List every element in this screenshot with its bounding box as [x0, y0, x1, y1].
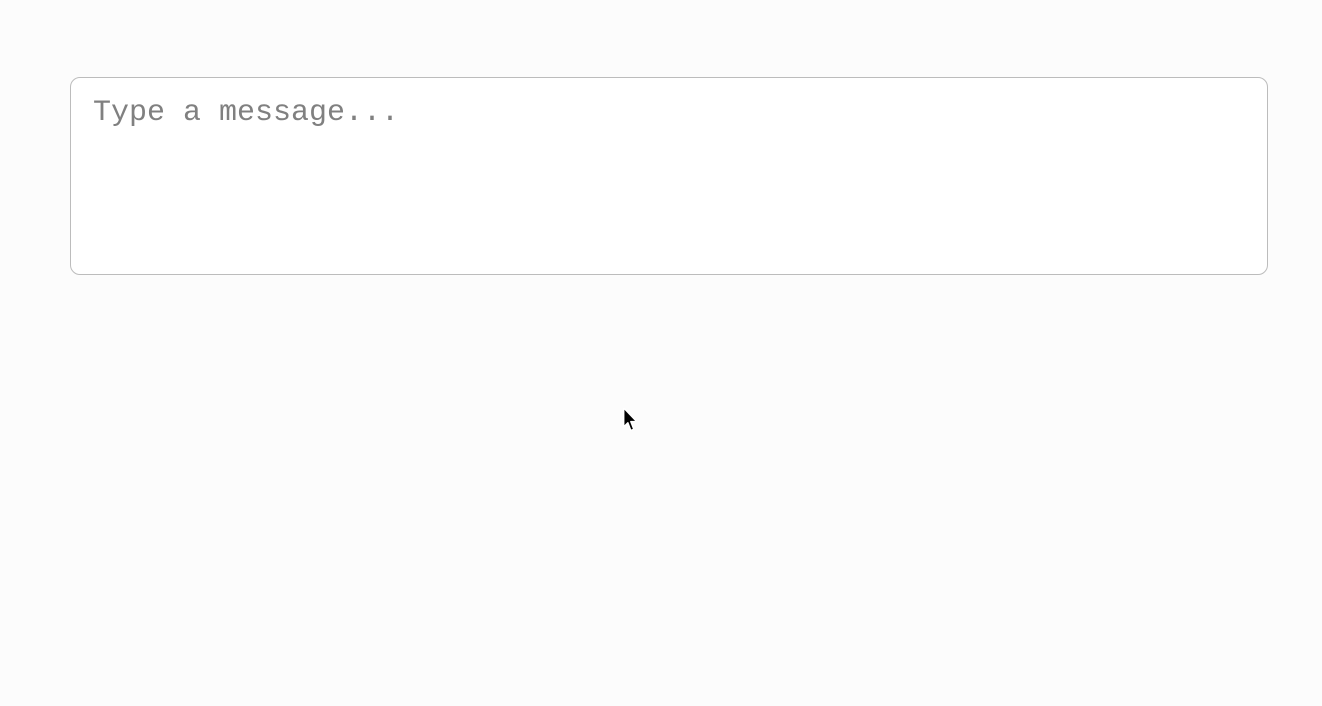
cursor-icon: [623, 408, 641, 434]
message-input[interactable]: [70, 77, 1268, 275]
